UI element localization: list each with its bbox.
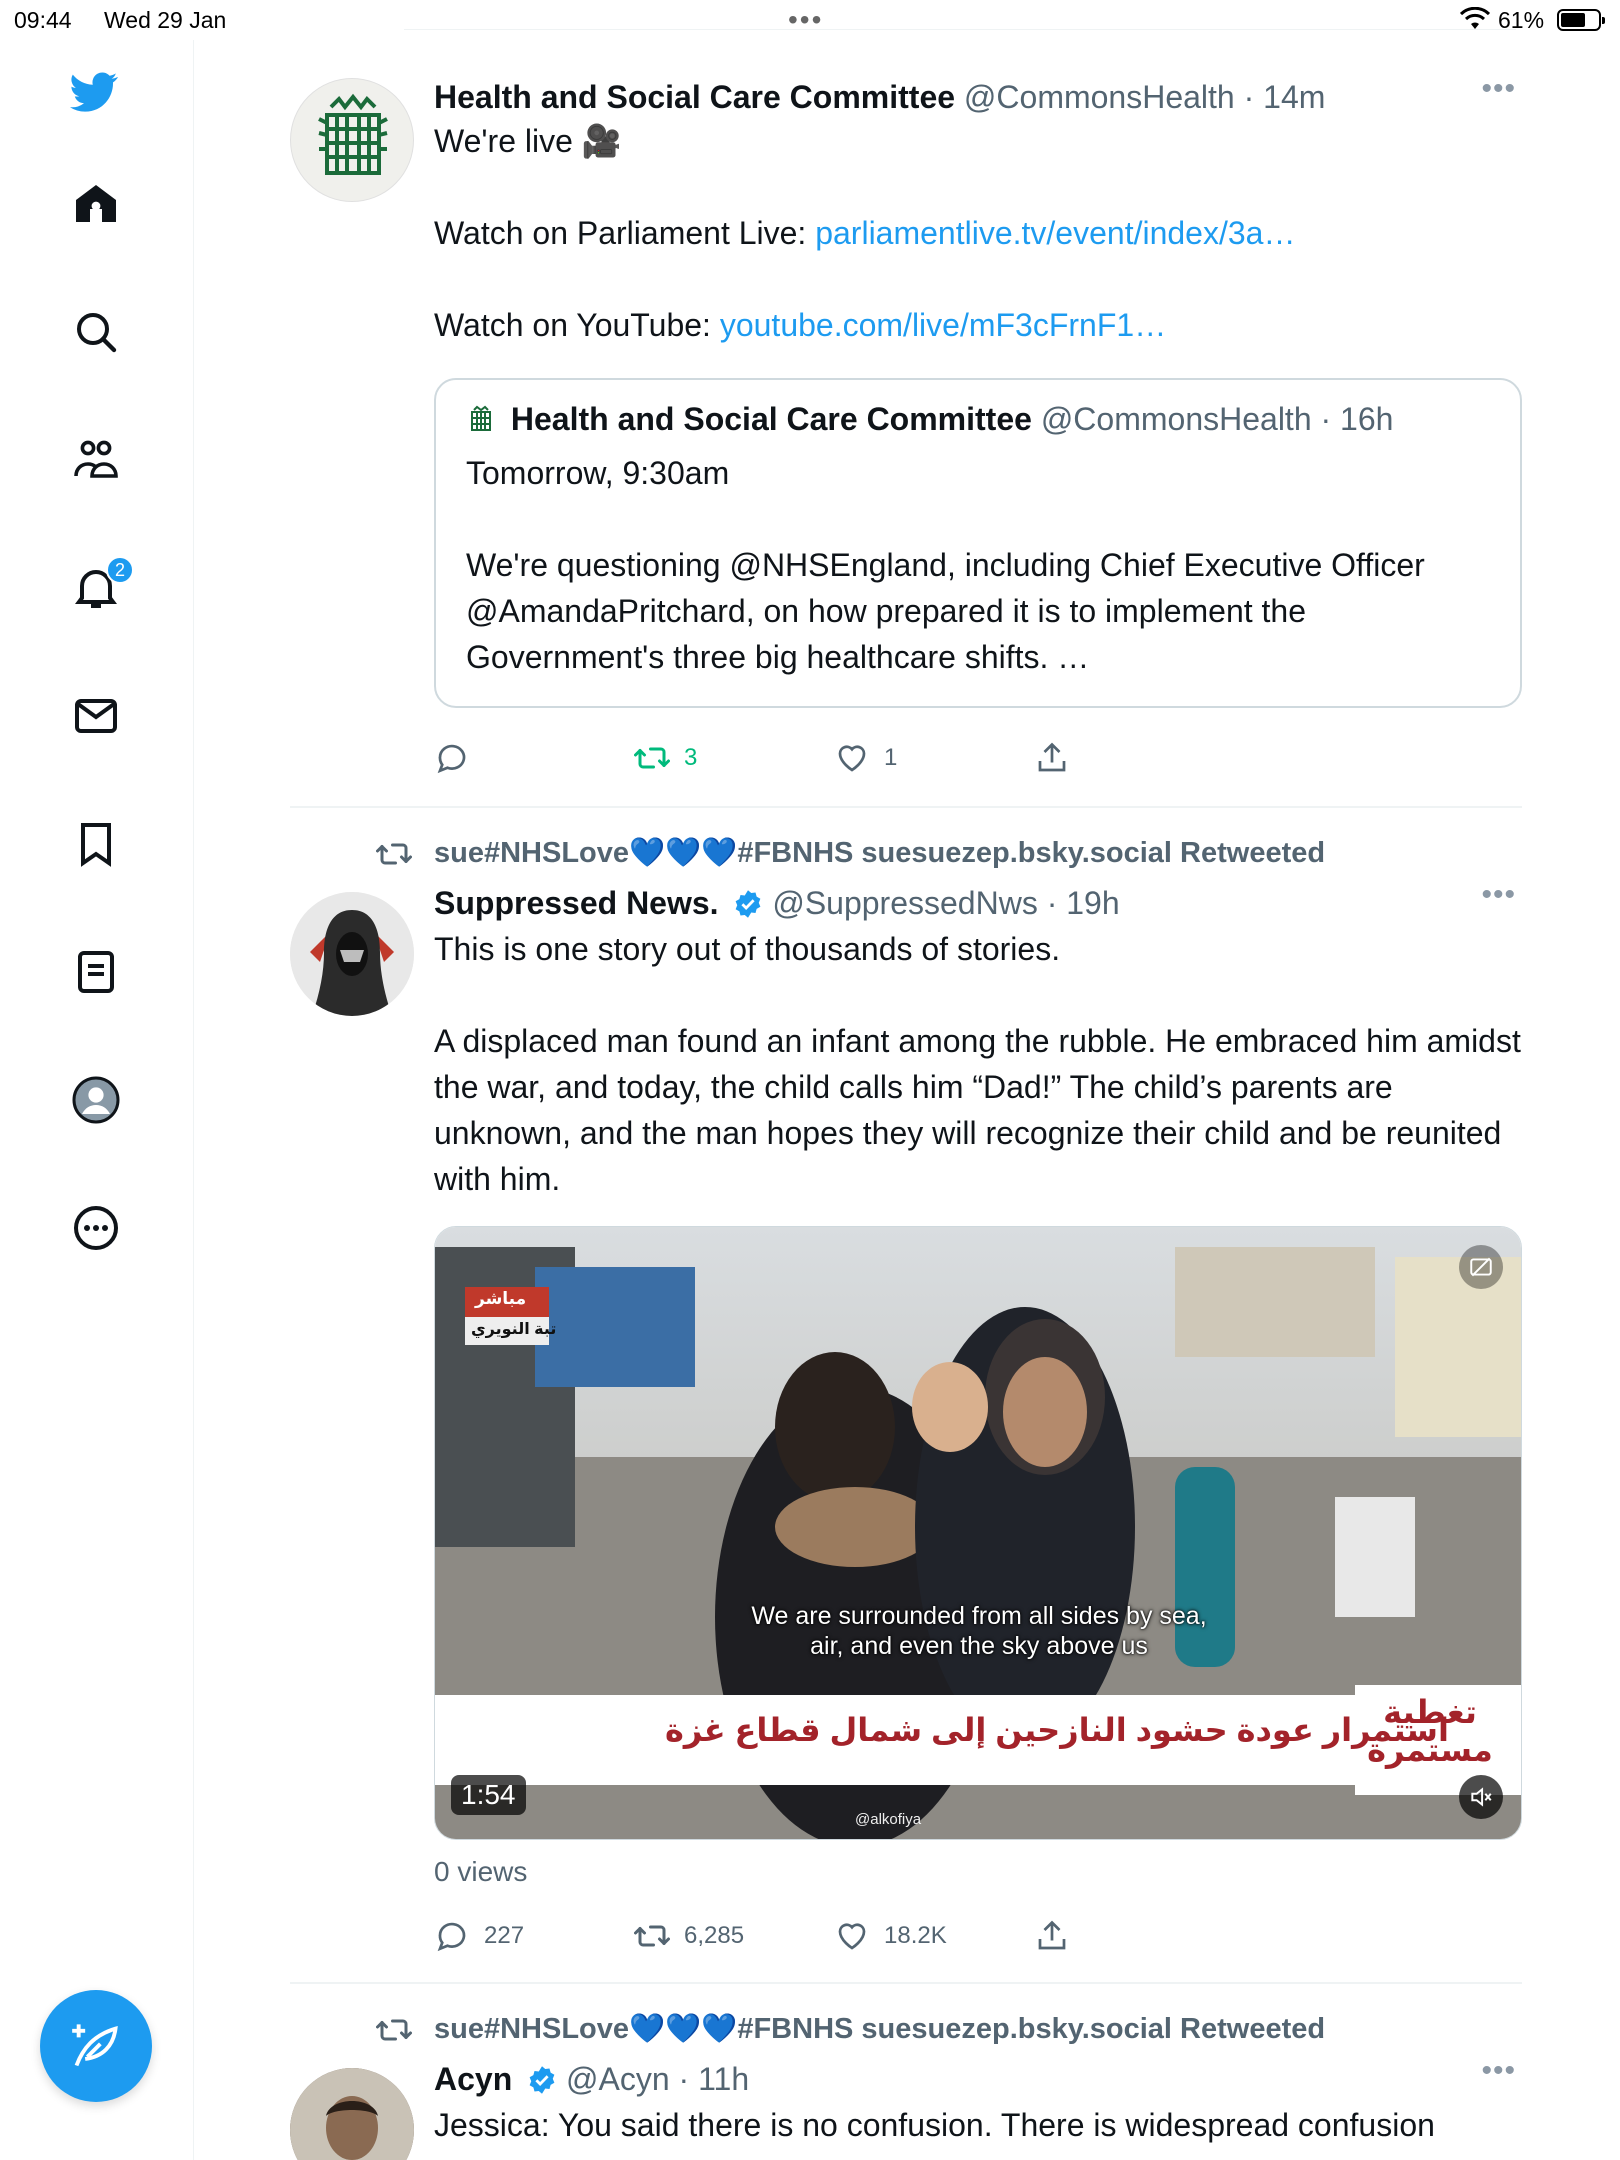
like-button[interactable]: 1	[834, 740, 1034, 776]
quote-author-handle[interactable]: @CommonsHealth	[1041, 401, 1312, 437]
quote-author-name[interactable]: Health and Social Care Committee	[511, 401, 1032, 437]
tweet-line: Watch on YouTube: youtube.com/live/mF3cF…	[434, 307, 1167, 343]
tweet-line: Watch on Parliament Live: parliamentlive…	[434, 215, 1296, 251]
more-options-icon[interactable]: •••	[1481, 72, 1516, 106]
more-options-icon[interactable]: •••	[1481, 878, 1516, 912]
tweet-body: Acyn @Acyn · 11h Jessica: You said there…	[434, 2058, 1522, 2148]
communities-icon[interactable]	[68, 432, 124, 488]
messages-icon[interactable]	[68, 688, 124, 744]
video-duration: 1:54	[451, 1775, 526, 1815]
video-subtitle: We are surrounded from all sides by sea,…	[751, 1602, 1207, 1660]
status-time: 09:44	[14, 7, 72, 33]
like-icon	[838, 745, 866, 772]
avatar[interactable]	[290, 892, 414, 1016]
author-handle[interactable]: @Acyn	[566, 2061, 670, 2097]
retweet-icon	[376, 843, 412, 865]
avatar[interactable]	[290, 78, 414, 202]
like-icon	[838, 1923, 866, 1950]
youtube-link[interactable]: youtube.com/live/mF3cFrnF1…	[720, 307, 1166, 343]
tweet-actions: 3 1	[434, 718, 1522, 798]
tweet-text: We're live 🎥 Watch on Parliament Live: p…	[434, 118, 1522, 348]
quote-text: Tomorrow, 9:30am We're questioning @NHSE…	[466, 455, 1425, 675]
more-icon[interactable]	[68, 1200, 124, 1256]
bookmarks-icon[interactable]	[68, 816, 124, 872]
search-icon[interactable]	[68, 304, 124, 360]
tweet-body: Suppressed News. @SuppressedNws · 19h Th…	[434, 882, 1522, 1976]
author-name[interactable]: Suppressed News.	[434, 885, 719, 921]
lists-icon[interactable]	[68, 944, 124, 1000]
reply-icon	[437, 744, 466, 774]
tweet-time[interactable]: · 14m	[1244, 79, 1326, 115]
retweet-icon	[634, 1925, 670, 1947]
retweet-button[interactable]: 3	[634, 740, 834, 776]
more-options-icon[interactable]: •••	[1481, 2054, 1516, 2088]
tweet-content: Health and Social Care Committee @Common…	[434, 76, 1522, 798]
quote-header: Health and Social Care Committee @Common…	[466, 398, 1490, 440]
tweet-content: sue#NHSLove💙💙💙#FBNHS suesuezep.bsky.soci…	[376, 2006, 1522, 2052]
ticker-label: تغطية مستمرة	[1367, 1694, 1493, 1768]
portcullis-logo-icon	[471, 405, 491, 431]
share-button[interactable]	[1034, 1918, 1234, 1954]
notifications-icon[interactable]: 2	[68, 556, 134, 616]
reply-button[interactable]	[434, 740, 634, 776]
reply-button[interactable]: 227	[434, 1918, 634, 1954]
tweet-actions: 227 6,285 18.2K	[434, 1896, 1522, 1976]
tweet-commonshealth[interactable]: ••• Health and Social Care Committee @Co…	[290, 48, 1522, 808]
compose-button[interactable]	[40, 1990, 152, 2102]
hooded-figure-avatar-icon	[290, 892, 414, 1016]
profile-icon[interactable]	[68, 1072, 124, 1128]
retweet-icon	[634, 747, 670, 769]
verified-icon	[736, 890, 761, 918]
parliament-live-link[interactable]: parliamentlive.tv/event/index/3a…	[815, 215, 1295, 251]
timeline: ••• Health and Social Care Committee @Co…	[290, 48, 1522, 2160]
quote-time[interactable]: · 16h	[1321, 401, 1394, 437]
tweet-time[interactable]: · 11h	[679, 2061, 750, 2097]
mute-icon[interactable]	[1459, 1775, 1503, 1819]
tweet-line: We're live 🎥	[434, 123, 622, 159]
author-handle[interactable]: @SuppressedNws	[772, 885, 1037, 921]
retweet-icon	[376, 2019, 412, 2041]
reply-icon	[437, 1922, 466, 1952]
home-icon[interactable]	[68, 176, 124, 232]
tweet-header: Health and Social Care Committee @Common…	[434, 76, 1522, 118]
author-handle[interactable]: @CommonsHealth	[964, 79, 1235, 115]
video-settings-icon[interactable]	[1459, 1245, 1503, 1289]
retweeted-by[interactable]: sue#NHSLove💙💙💙#FBNHS suesuezep.bsky.soci…	[376, 2006, 1522, 2052]
like-button[interactable]: 18.2K	[834, 1918, 1034, 1954]
top-divider	[404, 0, 1516, 30]
tweet-text: This is one story out of thousands of st…	[434, 931, 1521, 1197]
retweet-button[interactable]: 6,285	[634, 1918, 834, 1954]
tweet-header: Acyn @Acyn · 11h	[434, 2058, 1522, 2100]
author-name[interactable]: Acyn	[434, 2061, 512, 2097]
tweet-content: sue#NHSLove💙💙💙#FBNHS suesuezep.bsky.soci…	[376, 830, 1522, 876]
notification-badge: 2	[106, 556, 134, 584]
share-icon	[1038, 1920, 1066, 1950]
status-date: Wed 29 Jan	[104, 7, 227, 33]
video-player[interactable]: مباشر تبة النويري We are surrounded from…	[434, 1226, 1522, 1840]
battery-icon	[1557, 9, 1605, 31]
tweet-suppressednews[interactable]: sue#NHSLove💙💙💙#FBNHS suesuezep.bsky.soci…	[290, 808, 1522, 1984]
twitter-logo-icon[interactable]	[66, 64, 122, 120]
retweeted-by[interactable]: sue#NHSLove💙💙💙#FBNHS suesuezep.bsky.soci…	[376, 830, 1522, 876]
portcullis-logo-icon	[318, 93, 388, 175]
avatar[interactable]	[290, 2068, 414, 2160]
share-icon	[1038, 742, 1066, 772]
video-watermark: @alkofiya	[855, 1811, 922, 1828]
news-ticker: استمرار عودة حشود النازحين إلى شمال قطاع…	[665, 1712, 1449, 1748]
author-name[interactable]: Health and Social Care Committee	[434, 79, 955, 115]
tweet-time[interactable]: · 19h	[1047, 885, 1120, 921]
tweet-acyn[interactable]: sue#NHSLove💙💙💙#FBNHS suesuezep.bsky.soci…	[290, 1984, 1522, 2160]
sidebar-nav: 2	[0, 40, 194, 2160]
compose-icon	[72, 2024, 118, 2067]
location-badge: تبة النويري	[471, 1321, 557, 1338]
share-button[interactable]	[1034, 740, 1234, 776]
view-count: 0 views	[434, 1856, 528, 1887]
live-badge: مباشر	[475, 1289, 527, 1308]
quoted-tweet[interactable]: Health and Social Care Committee @Common…	[434, 378, 1522, 708]
tweet-header: Suppressed News. @SuppressedNws · 19h	[434, 882, 1522, 924]
tweet-text: Jessica: You said there is no confusion.…	[434, 2107, 1435, 2143]
verified-icon	[529, 2066, 555, 2094]
person-photo-icon	[290, 2068, 414, 2160]
